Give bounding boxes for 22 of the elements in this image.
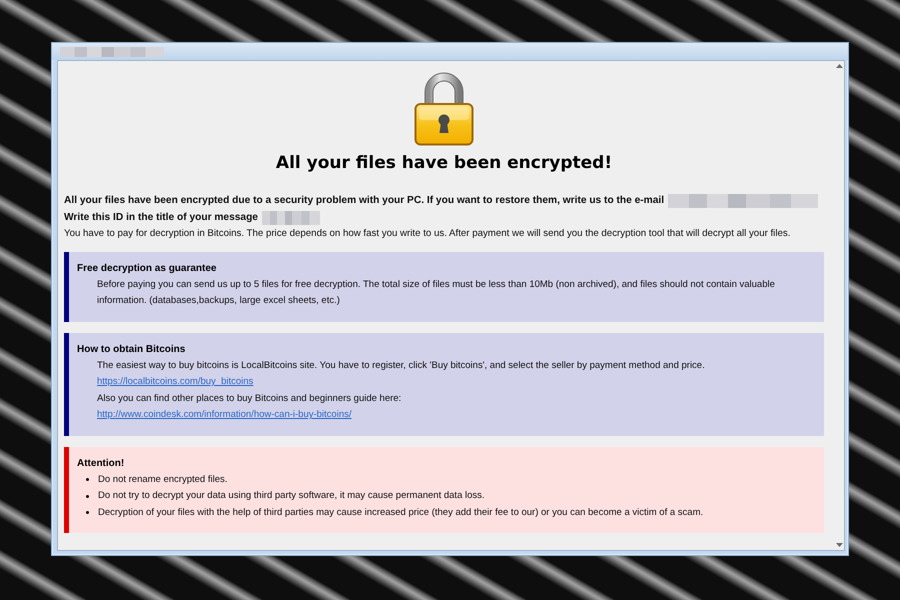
bullet-icon [86,494,89,498]
message-text: You have to pay for decryption in Bitcoins. The price depends on how fast you write to us. After payment we will send you the decryption tool that will decrypt all your files. [64,227,790,241]
section-paragraph: Also you can find other places to buy Bitcoins and beginners guide here: [96,392,402,406]
scrollbar[interactable] [834,61,844,550]
padlock-icon [414,72,474,146]
bullet-icon [86,511,89,514]
scroll-down-arrow-icon[interactable] [836,543,842,547]
message-text: All your files have been encrypted due to a security problem with your PC. If you want to restore them, write us to the e-mail [64,194,664,208]
bullet-icon [86,478,89,482]
section-paragraph: Before paying you can send us up to 5 files for free decryption. The total size of files must be less than 10Mb (non archived), and files should not contain valuable information. (databases,backups, large excel sheets, etc.) [96,278,776,308]
web-link[interactable]: http://www.coindesk.com/information/how-can-i-buy-bitcoins/ [97,407,352,424]
bullet-text: Do not rename encrypted files. [98,472,228,486]
section-title: How to obtain Bitcoins [77,342,186,356]
bullet-text: Do not try to decrypt your data using third party software, it may cause permanent data loss. [98,489,485,503]
section-title: Free decryption as guarantee [77,262,218,276]
message-text: Write this ID in the title of your message [64,210,258,224]
scroll-up-arrow-icon[interactable] [836,64,842,68]
main-heading: All your files have been encrypted! [274,152,614,174]
bullet-text: Decryption of your files with the help of third parties may cause increased price (they add their fee to our) or you can become a victim of a scam. [98,506,704,520]
section-title: Attention! [77,456,126,470]
web-link[interactable]: https://localbitcoins.com/buy_bitcoins [97,374,254,390]
section-paragraph: The easiest way to buy bitcoins is LocalBitcoins site. You have to register, click 'Buy bitcoins', and select the seller by payment method and price. [96,358,706,372]
